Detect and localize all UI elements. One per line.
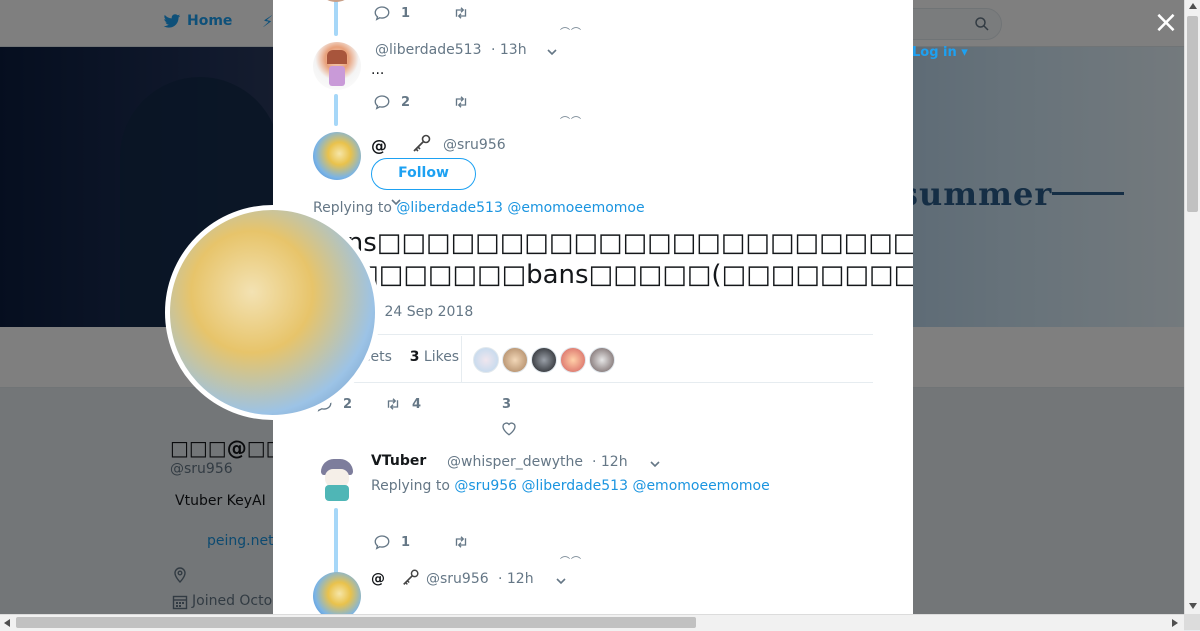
follow-button[interactable]: Follow <box>371 158 476 190</box>
avatar-body <box>329 66 345 86</box>
thread-line <box>334 94 338 126</box>
liker-avatar[interactable] <box>589 347 615 373</box>
chevron-down-icon[interactable] <box>556 576 566 586</box>
reply-count: 2 <box>401 94 411 110</box>
key-icon <box>403 569 419 585</box>
reply-button[interactable]: 2 <box>373 93 410 111</box>
login-menu[interactable]: Log in ▾ <box>912 45 968 60</box>
tweet-author-avatar[interactable] <box>313 132 361 180</box>
reply-time[interactable]: · 12h <box>592 454 628 470</box>
retweet-icon[interactable] <box>452 4 470 22</box>
reply-3-actions: 1 <box>373 533 470 551</box>
mention-link[interactable]: @liberdade513 <box>396 200 502 216</box>
reply-icon <box>374 535 390 550</box>
reply-time[interactable]: · 12h <box>498 571 534 587</box>
thread-line <box>334 0 338 36</box>
mention-link[interactable]: @liberdade513 <box>522 478 628 494</box>
scroll-left-arrow-icon[interactable] <box>4 619 10 627</box>
tweet-author-name[interactable]: @ <box>371 136 387 155</box>
vertical-scrollbar[interactable] <box>1184 0 1200 614</box>
replying-to: Replying to @sru956 @liberdade513 @emomo… <box>371 478 770 494</box>
liker-avatar[interactable] <box>502 347 528 373</box>
tweet-author-handle[interactable]: @sru956 <box>443 137 506 153</box>
reply-count: 1 <box>401 5 411 21</box>
retweet-count: 4 <box>412 396 422 412</box>
reply-avatar[interactable] <box>321 0 351 2</box>
reply-1-actions: 1 <box>373 4 470 22</box>
avatar-body <box>325 485 349 501</box>
divider <box>313 334 873 335</box>
liker-avatar[interactable] <box>531 347 557 373</box>
tweet-text-line-2: 1□□□□□□□□bans□□□□□(□□□□□□□□□□□□□□)□□□□□□… <box>313 260 913 290</box>
likes-count: 3 <box>409 349 420 365</box>
retweet-icon[interactable] <box>452 93 470 111</box>
reply-handle[interactable]: @liberdade513 <box>375 42 481 58</box>
retweet-button[interactable]: 4 <box>384 395 421 413</box>
reply-avatar[interactable] <box>313 42 361 90</box>
reply-avatar[interactable] <box>313 572 361 614</box>
tweet-text-line-1: Bans□□□□□□□□□□□□□□□□□□□□□□□□□□□ <box>313 228 913 258</box>
horizontal-scroll-thumb[interactable] <box>16 617 696 628</box>
reply-button[interactable]: 1 <box>373 533 410 551</box>
likes-label: Likes <box>423 349 460 365</box>
liker-avatar[interactable] <box>560 347 586 373</box>
reply-button[interactable]: 1 <box>373 4 410 22</box>
reply-2-actions: 2 <box>373 93 470 111</box>
chevron-down-icon[interactable] <box>650 459 660 469</box>
reply-icon <box>374 6 390 21</box>
reply-count: 2 <box>343 396 353 412</box>
vertical-scroll-thumb[interactable] <box>1187 16 1198 212</box>
reply-handle[interactable]: @whisper_dewythe <box>447 454 583 470</box>
more-dots-icon[interactable]: ⌒⌒ <box>560 24 582 39</box>
scroll-right-arrow-icon[interactable] <box>1172 619 1178 627</box>
reply-avatar[interactable] <box>313 455 361 503</box>
reply-text: ... <box>371 62 385 78</box>
scroll-up-arrow-icon[interactable] <box>1189 3 1197 9</box>
likes-stat[interactable]: 3 Likes <box>410 349 459 365</box>
reply-handle[interactable]: @sru956 <box>426 571 489 587</box>
avatar-hair <box>327 50 347 64</box>
reply-count: 1 <box>401 534 411 550</box>
retweet-icon[interactable] <box>452 533 470 551</box>
reply-icon <box>374 95 390 110</box>
mention-link[interactable]: @emomoeemomoe <box>632 478 769 494</box>
close-button[interactable]: × <box>1150 8 1182 40</box>
thread-line <box>334 508 338 576</box>
heart-icon[interactable] <box>500 419 518 437</box>
replying-to-label: Replying to <box>313 200 392 216</box>
reply-author-name[interactable]: VTuber <box>371 453 426 469</box>
mention-link[interactable]: @sru956 <box>454 478 517 494</box>
mention-link[interactable]: @emomoeemomoe <box>507 200 644 216</box>
key-icon <box>413 134 431 152</box>
reply-author-name[interactable]: @ <box>371 571 385 587</box>
like-count: 3 <box>502 397 512 412</box>
scroll-down-arrow-icon[interactable] <box>1189 603 1197 609</box>
replying-to-label: Replying to <box>371 478 450 494</box>
reply-time[interactable]: · 13h <box>491 42 527 58</box>
scrollbar-corner <box>1184 614 1200 630</box>
horizontal-scrollbar[interactable] <box>0 614 1184 631</box>
more-dots-icon[interactable]: ⌒⌒ <box>560 553 582 568</box>
divider <box>313 382 873 383</box>
more-dots-icon[interactable]: ⌒⌒ <box>560 113 582 128</box>
replying-to: Replying to @liberdade513 @emomoeemomoe <box>313 200 645 216</box>
profile-avatar[interactable] <box>165 205 380 420</box>
liker-avatar[interactable] <box>473 347 499 373</box>
retweet-icon <box>387 398 399 410</box>
stats-divider <box>461 336 462 382</box>
chevron-down-icon[interactable] <box>547 47 557 57</box>
login-label: Log in <box>912 45 957 60</box>
